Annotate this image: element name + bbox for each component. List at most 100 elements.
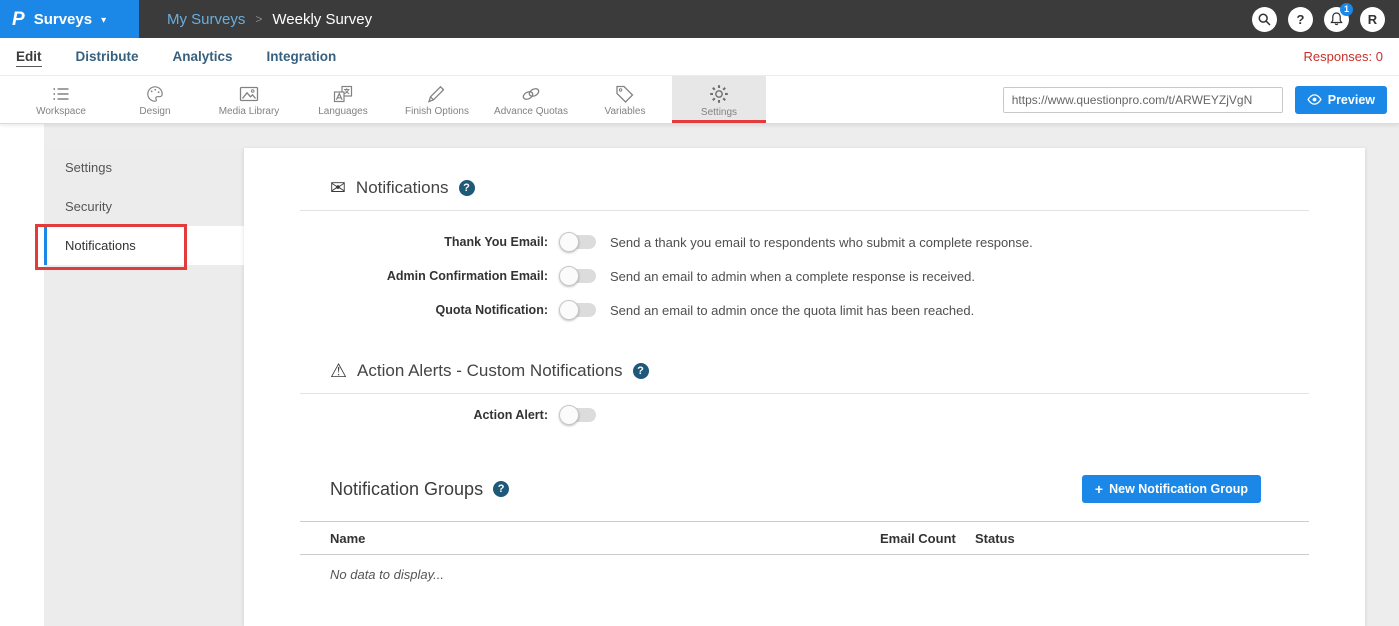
new-notification-group-button[interactable]: + New Notification Group bbox=[1082, 475, 1261, 503]
breadcrumb-separator-icon: > bbox=[255, 12, 262, 26]
new-notification-group-label: New Notification Group bbox=[1109, 482, 1248, 496]
gear-icon bbox=[709, 84, 729, 104]
admin-confirmation-email-row: Admin Confirmation Email: Send an email … bbox=[300, 265, 1309, 287]
notification-badge: 1 bbox=[1340, 3, 1353, 16]
warning-icon: ⚠ bbox=[330, 362, 347, 381]
eye-icon bbox=[1307, 94, 1322, 105]
toolbar-item-settings[interactable]: Settings bbox=[672, 76, 766, 123]
responses-count: Responses: 0 bbox=[1304, 49, 1384, 64]
toolbar-item-media-library[interactable]: Media Library bbox=[202, 76, 296, 123]
notification-groups-title: Notification Groups bbox=[330, 479, 483, 500]
preview-button[interactable]: Preview bbox=[1295, 86, 1387, 114]
palette-icon bbox=[145, 85, 165, 103]
breadcrumb-my-surveys[interactable]: My Surveys bbox=[167, 11, 245, 28]
sidebar-item-settings[interactable]: Settings bbox=[44, 148, 244, 187]
toolbar-item-finish-options[interactable]: Finish Options bbox=[390, 76, 484, 123]
plus-icon: + bbox=[1095, 481, 1103, 497]
sidebar-item-security[interactable]: Security bbox=[44, 187, 244, 226]
action-alert-toggle[interactable] bbox=[560, 408, 596, 422]
table-empty-message: No data to display... bbox=[300, 555, 1309, 582]
toolbar-item-advance-quotas[interactable]: Advance Quotas bbox=[484, 76, 578, 123]
toolbar-item-label: Languages bbox=[318, 106, 368, 117]
workspace-icon bbox=[51, 85, 71, 103]
toolbar-item-label: Variables bbox=[605, 106, 646, 117]
toolbar-right: Preview bbox=[1003, 76, 1399, 123]
question-mark-icon: ? bbox=[1297, 12, 1305, 27]
quota-notification-toggle[interactable] bbox=[560, 303, 596, 317]
notification-groups-header: Notification Groups ? + New Notification… bbox=[300, 475, 1309, 503]
action-alerts-section-title: Action Alerts - Custom Notifications bbox=[357, 361, 622, 381]
section-divider bbox=[300, 210, 1309, 211]
preview-button-label: Preview bbox=[1328, 93, 1375, 107]
topbar-actions: ? 1 R bbox=[1252, 7, 1385, 32]
toolbar-item-workspace[interactable]: Workspace bbox=[14, 76, 108, 123]
tab-distribute[interactable]: Distribute bbox=[76, 46, 139, 67]
toolbar-item-label: Workspace bbox=[36, 106, 86, 117]
tab-analytics[interactable]: Analytics bbox=[173, 46, 233, 67]
help-button[interactable]: ? bbox=[1288, 7, 1313, 32]
action-alert-label: Action Alert: bbox=[300, 408, 548, 422]
toolbar-item-variables[interactable]: Variables bbox=[578, 76, 672, 123]
notifications-section-title: Notifications bbox=[356, 178, 449, 198]
notifications-section-header: ✉ Notifications ? bbox=[300, 176, 1309, 200]
tag-icon bbox=[615, 85, 635, 103]
search-button[interactable] bbox=[1252, 7, 1277, 32]
quota-notification-label: Quota Notification: bbox=[300, 303, 548, 317]
questionpro-app: P Surveys ▾ My Surveys > Weekly Survey ? bbox=[0, 0, 1399, 626]
admin-confirmation-email-toggle[interactable] bbox=[560, 269, 596, 283]
toolbar-item-languages[interactable]: Languages bbox=[296, 76, 390, 123]
column-header-status: Status bbox=[975, 522, 1309, 555]
toolbar-item-design[interactable]: Design bbox=[108, 76, 202, 123]
column-header-name: Name bbox=[300, 522, 880, 555]
notification-groups-help-icon[interactable]: ? bbox=[493, 481, 509, 497]
questionpro-logo-icon: P bbox=[12, 10, 25, 29]
toolbar-item-label: Design bbox=[139, 106, 170, 117]
envelope-icon: ✉ bbox=[330, 179, 346, 198]
toggle-knob bbox=[559, 232, 579, 252]
quota-notification-description: Send an email to admin once the quota li… bbox=[610, 303, 974, 318]
avatar[interactable]: R bbox=[1360, 7, 1385, 32]
action-alerts-section-header: ⚠ Action Alerts - Custom Notifications ? bbox=[300, 359, 1309, 383]
notifications-button[interactable]: 1 bbox=[1324, 7, 1349, 32]
settings-sidebar: Settings Security Notifications bbox=[44, 148, 244, 626]
toggle-knob bbox=[559, 405, 579, 425]
toolbar-item-label: Finish Options bbox=[405, 106, 469, 117]
tab-integration[interactable]: Integration bbox=[267, 46, 337, 67]
thank-you-email-toggle[interactable] bbox=[560, 235, 596, 249]
thank-you-email-label: Thank You Email: bbox=[300, 235, 548, 249]
notification-groups-table: Name Email Count Status bbox=[300, 521, 1309, 555]
breadcrumb: My Surveys > Weekly Survey bbox=[167, 11, 372, 28]
breadcrumb-current-survey: Weekly Survey bbox=[272, 11, 372, 28]
avatar-initial: R bbox=[1368, 12, 1377, 27]
chain-link-icon bbox=[520, 85, 542, 103]
column-header-email-count: Email Count bbox=[880, 522, 975, 555]
translate-icon bbox=[333, 85, 353, 103]
left-gutter bbox=[0, 124, 44, 626]
toolbar-item-label: Settings bbox=[701, 107, 737, 118]
thank-you-email-row: Thank You Email: Send a thank you email … bbox=[300, 231, 1309, 253]
quota-notification-row: Quota Notification: Send an email to adm… bbox=[300, 299, 1309, 321]
action-alerts-help-icon[interactable]: ? bbox=[633, 363, 649, 379]
sidebar-item-notifications[interactable]: Notifications bbox=[44, 226, 244, 265]
main-nav-bar: Edit Distribute Analytics Integration Re… bbox=[0, 38, 1399, 76]
image-icon bbox=[239, 85, 259, 103]
notification-settings-rows: Thank You Email: Send a thank you email … bbox=[300, 231, 1309, 321]
product-switcher[interactable]: P Surveys ▾ bbox=[0, 0, 139, 38]
section-divider bbox=[300, 393, 1309, 394]
chevron-down-icon: ▾ bbox=[101, 15, 106, 26]
table-header-row: Name Email Count Status bbox=[300, 522, 1309, 555]
tab-edit[interactable]: Edit bbox=[16, 46, 42, 67]
edit-toolbar: Workspace Design Media Library Languages… bbox=[0, 76, 1399, 124]
survey-url-input[interactable] bbox=[1003, 87, 1283, 113]
toggle-knob bbox=[559, 266, 579, 286]
product-name: Surveys bbox=[34, 11, 92, 28]
toolbar-item-label: Advance Quotas bbox=[494, 106, 568, 117]
toolbar-item-label: Media Library bbox=[219, 106, 280, 117]
main-nav-tabs: Edit Distribute Analytics Integration bbox=[16, 46, 336, 67]
toggle-knob bbox=[559, 300, 579, 320]
search-icon bbox=[1258, 13, 1271, 26]
notifications-help-icon[interactable]: ? bbox=[459, 180, 475, 196]
thank-you-email-description: Send a thank you email to respondents wh… bbox=[610, 235, 1033, 250]
notifications-panel: ✉ Notifications ? Thank You Email: Send … bbox=[244, 148, 1365, 626]
top-bar: P Surveys ▾ My Surveys > Weekly Survey ? bbox=[0, 0, 1399, 38]
